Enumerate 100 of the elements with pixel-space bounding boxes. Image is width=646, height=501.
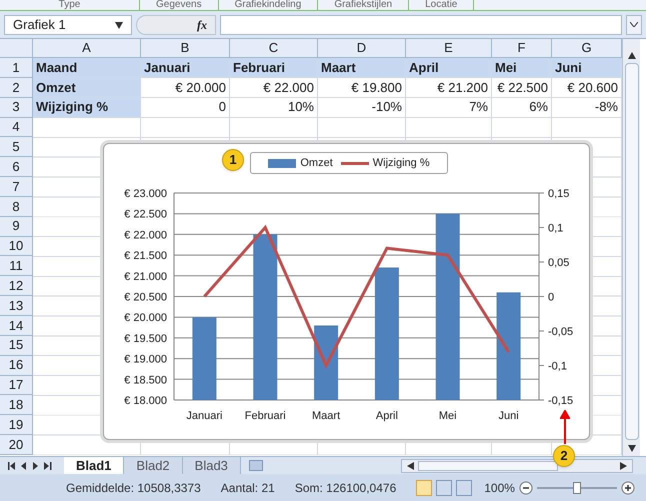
- function-button[interactable]: fx: [197, 16, 207, 34]
- axis-label: -0,05: [548, 326, 574, 338]
- dropdown-caret-icon[interactable]: [115, 20, 123, 28]
- vertical-scrollbar[interactable]: [622, 39, 640, 456]
- row-header[interactable]: 14: [0, 316, 33, 336]
- column-header[interactable]: E: [406, 39, 492, 57]
- ribbon-group-label: Grafiekindeling: [218, 0, 318, 10]
- scroll-thumb[interactable]: [418, 460, 558, 470]
- ribbon-group-label: Gegevens: [140, 0, 219, 10]
- axis-label: € 21.000: [124, 270, 167, 283]
- zoom-slider[interactable]: [536, 480, 617, 494]
- scroll-left-arrow-icon[interactable]: [406, 462, 414, 470]
- legend-key-icon: [268, 158, 296, 168]
- ribbon-group-label: Locatie: [409, 0, 474, 10]
- name-box-value: Grafiek 1: [13, 16, 66, 34]
- column-header[interactable]: F: [492, 39, 552, 57]
- category-label: April: [376, 410, 398, 422]
- legend-label: Omzet: [300, 156, 333, 171]
- sheet-tab[interactable]: Blad2: [124, 457, 183, 474]
- scroll-down-arrow-icon[interactable]: [628, 444, 636, 452]
- axis-label: € 22.500: [124, 208, 167, 221]
- status-text: Aantal: 21: [220, 480, 275, 496]
- scroll-right-arrow-icon[interactable]: [620, 462, 628, 470]
- category-label: Maart: [312, 410, 340, 422]
- axis-label: € 18.500: [124, 374, 167, 386]
- row-header[interactable]: 13: [0, 296, 33, 316]
- row-header[interactable]: 15: [0, 336, 33, 356]
- table-cell: Omzet: [33, 78, 141, 98]
- row-header[interactable]: 12: [0, 276, 33, 296]
- table-cell: € 22.000: [230, 78, 318, 98]
- scroll-up-arrow-icon[interactable]: [628, 51, 636, 59]
- table-cell: Maand: [33, 58, 141, 78]
- callout-badge: 1: [222, 149, 244, 171]
- expand-formula-button[interactable]: [626, 14, 642, 34]
- table-cell: Wijziging %: [33, 98, 141, 118]
- axis-label: 0,15: [548, 188, 570, 200]
- table-cell: 0: [141, 98, 230, 118]
- table-cell: Februari: [230, 58, 318, 78]
- status-text: Gemiddelde: 10508,3373: [66, 480, 201, 496]
- table-cell: -10%: [318, 98, 406, 118]
- row-header[interactable]: 7: [0, 177, 33, 197]
- new-sheet-icon[interactable]: [248, 460, 263, 471]
- table-cell: € 20.000: [141, 78, 230, 98]
- category-label: Januari: [186, 410, 222, 422]
- axis-label: -0,15: [548, 395, 574, 407]
- zoom-slider-thumb[interactable]: [572, 482, 581, 494]
- name-box[interactable]: Grafiek 1: [4, 14, 132, 34]
- row-header[interactable]: 16: [0, 356, 33, 376]
- zoom-out-icon[interactable]: [518, 480, 533, 494]
- table-cell: Maart: [318, 58, 406, 78]
- axis-label: € 21.500: [124, 250, 167, 262]
- row-header[interactable]: 11: [0, 256, 33, 276]
- horizontal-scrollbar[interactable]: [400, 458, 633, 472]
- status-text: Som: 126100,0476: [294, 480, 396, 496]
- chart-legend[interactable]: Omzet Wijziging %: [250, 152, 448, 174]
- row-header[interactable]: 2: [0, 78, 33, 98]
- sheet-navigation-icon[interactable]: [8, 462, 52, 470]
- column-header[interactable]: B: [141, 39, 230, 57]
- row-header[interactable]: 5: [0, 137, 33, 158]
- row-header[interactable]: 9: [0, 216, 33, 237]
- column-header[interactable]: D: [318, 39, 406, 57]
- row-header[interactable]: 4: [0, 118, 33, 138]
- zoom-in-icon[interactable]: [620, 480, 635, 494]
- row-header[interactable]: 19: [0, 415, 33, 436]
- row-header[interactable]: 3: [0, 98, 33, 118]
- chart-frame[interactable]: 1 € 23.000 € 22.500 € 22.000 € 21.500 € 21.000 € 20.500 € 20.000 € 19.500 € 19.000 € 18.500 € 18.000 Januari Februari Maart April Mei Juni 0,15 0,1 0,05 0 -0,05 -0,1 -0,15 Omzet Wijziging %: [103, 143, 590, 440]
- axis-label: € 19.500: [124, 332, 167, 345]
- table-cell: April: [406, 58, 492, 78]
- column-header[interactable]: C: [230, 39, 318, 57]
- row-header[interactable]: 18: [0, 395, 33, 416]
- row-header[interactable]: 8: [0, 196, 33, 217]
- axis-label: 0,05: [548, 257, 570, 269]
- pointer-arrow-icon: [560, 410, 570, 444]
- category-label: Februari: [244, 410, 286, 422]
- row-header[interactable]: 10: [0, 236, 33, 256]
- legend-key-icon: [340, 162, 369, 164]
- row-header[interactable]: 6: [0, 157, 33, 178]
- scroll-thumb[interactable]: [624, 63, 638, 440]
- axis-label: € 20.000: [124, 312, 167, 324]
- sheet-tab[interactable]: Blad1: [64, 457, 124, 474]
- ribbon-group-label: Type: [0, 0, 140, 10]
- sheet-tab[interactable]: Blad3: [182, 457, 241, 474]
- formula-input[interactable]: [220, 14, 622, 34]
- table-cell: € 21.200: [406, 78, 492, 98]
- legend-label: Wijziging %: [372, 156, 430, 171]
- table-cell: Januari: [141, 58, 230, 78]
- row-header[interactable]: 20: [0, 435, 33, 455]
- axis-label: € 20.500: [124, 292, 167, 304]
- row-header[interactable]: 1: [0, 58, 33, 78]
- ribbon-group-label: Grafiekstijlen: [318, 0, 410, 10]
- column-header[interactable]: A: [33, 39, 141, 57]
- axis-label: € 23.000: [124, 188, 167, 200]
- table-cell: 7%: [406, 98, 492, 118]
- axis-label: € 19.000: [124, 354, 167, 366]
- row-header[interactable]: 17: [0, 376, 33, 396]
- zoom-level[interactable]: 100%: [484, 478, 515, 496]
- category-label: Mei: [438, 410, 457, 422]
- table-cell: 6%: [492, 98, 552, 118]
- table-cell: € 22.500: [492, 78, 552, 98]
- table-cell: € 19.800: [318, 78, 406, 98]
